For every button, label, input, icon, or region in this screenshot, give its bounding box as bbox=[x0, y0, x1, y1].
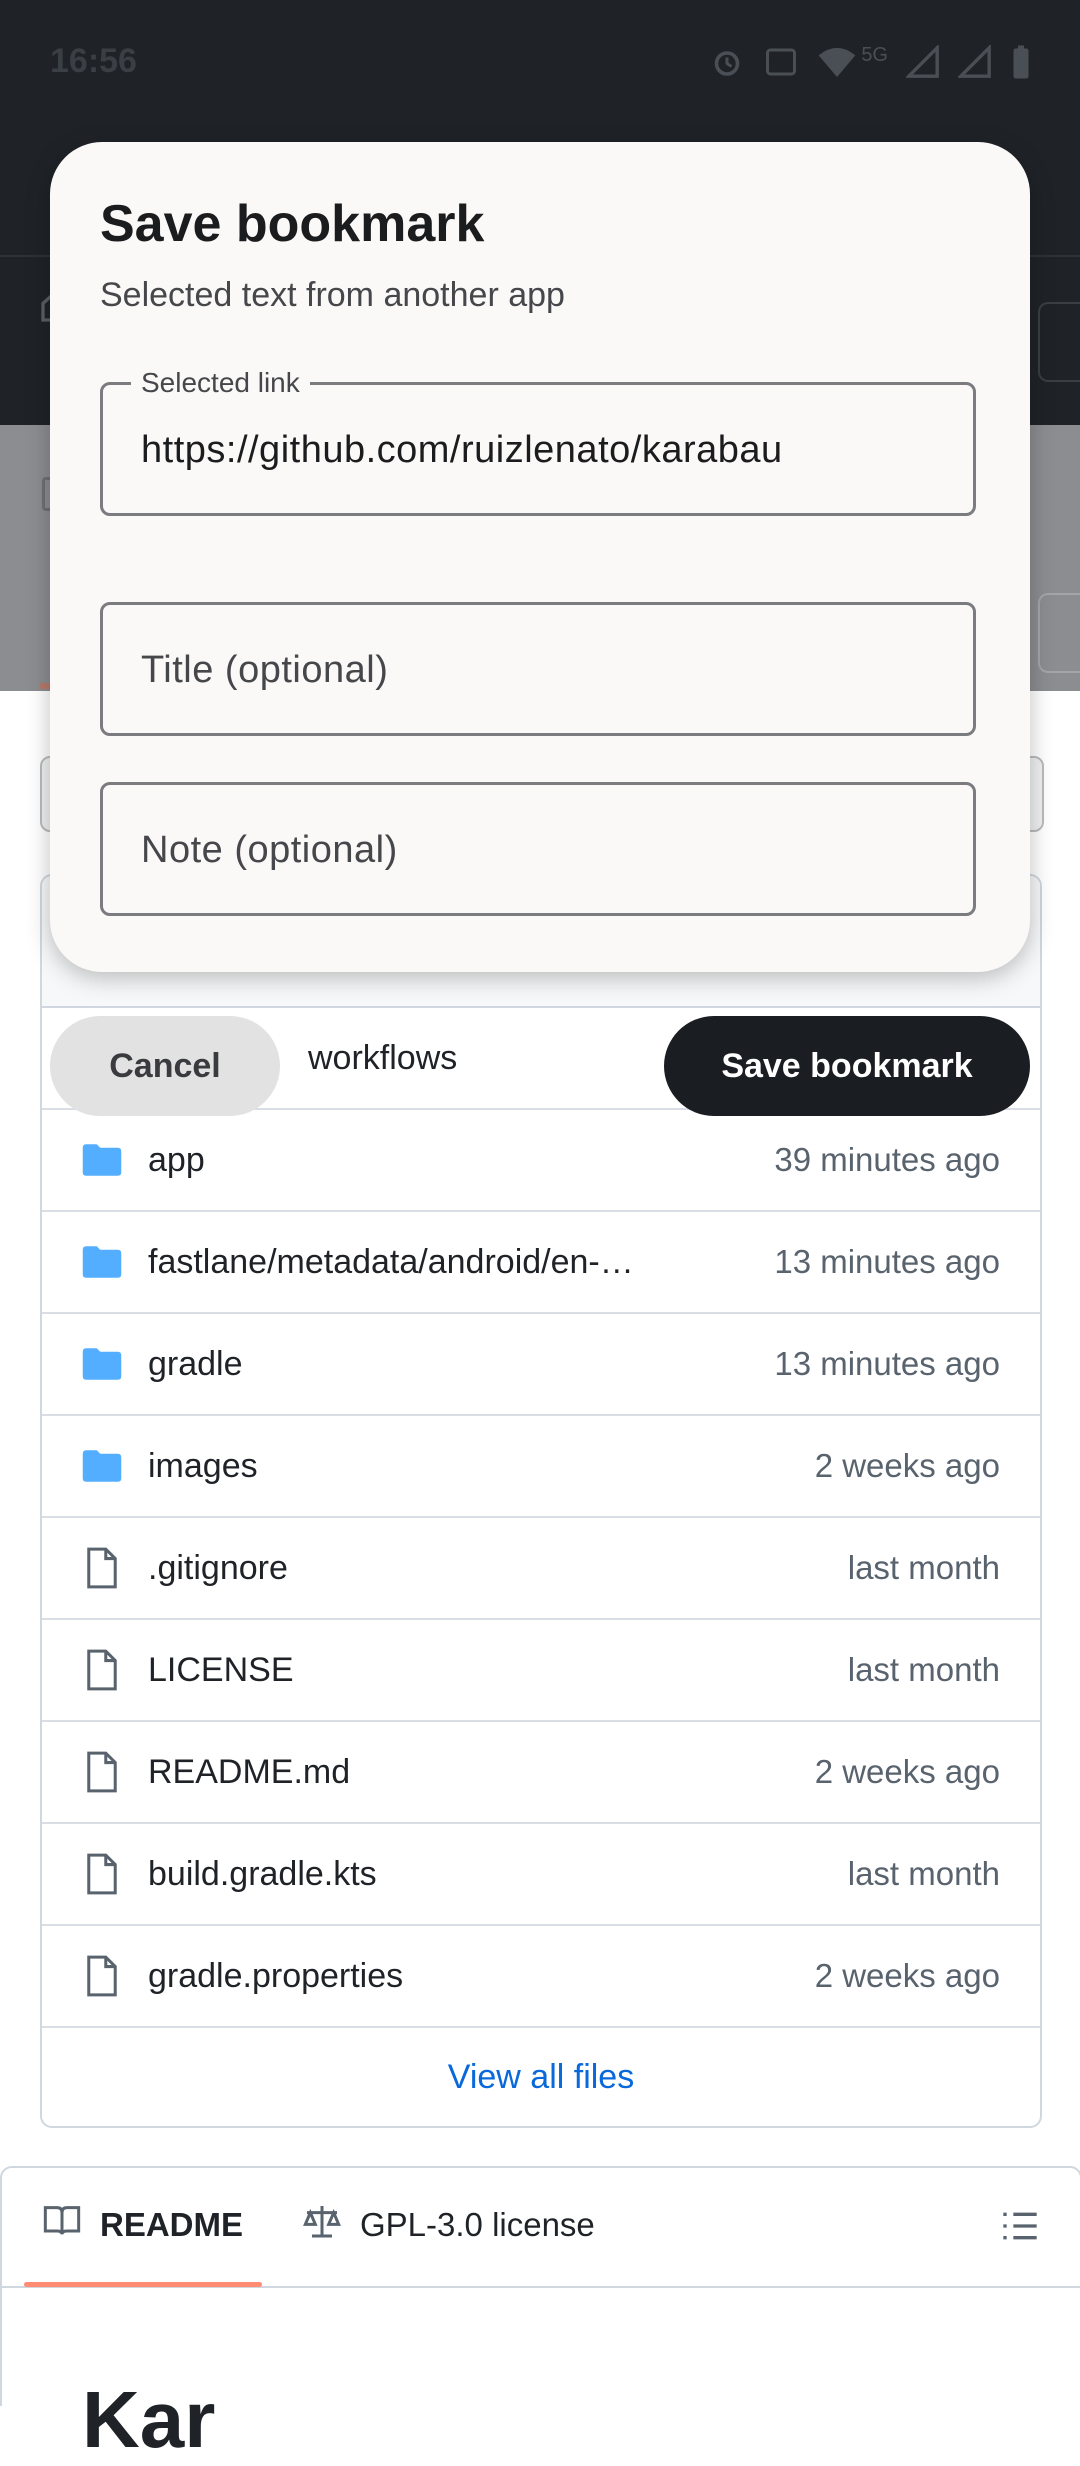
tab-readme-label: README bbox=[100, 2206, 244, 2243]
book-icon bbox=[42, 2204, 82, 2246]
file-name: app bbox=[148, 1140, 205, 1179]
signal-2-icon bbox=[956, 43, 992, 84]
status-time: 16:56 bbox=[50, 42, 137, 80]
file-row[interactable]: images 2 weeks ago bbox=[42, 1416, 1040, 1518]
alarm-icon bbox=[709, 44, 745, 85]
selected-link-label: Selected link bbox=[131, 367, 310, 399]
file-name: gradle.properties bbox=[148, 1956, 404, 1995]
file-updated-time: 2 weeks ago bbox=[814, 1753, 1000, 1790]
network-type: 5G bbox=[861, 44, 888, 66]
file-row[interactable]: fastlane/metadata/android/en-… 13 minutes… bbox=[42, 1212, 1040, 1314]
readme-tab-bar: README GPL-3.0 license bbox=[0, 2166, 1080, 2288]
file-updated-time: 39 minutes ago bbox=[774, 1141, 1000, 1178]
file-name: gradle bbox=[148, 1344, 243, 1383]
folder-icon bbox=[80, 1138, 124, 1182]
save-bookmark-dialog: Save bookmark Selected text from another… bbox=[50, 142, 1030, 972]
file-name: LICENSE bbox=[148, 1650, 294, 1689]
selected-link-value: https://github.com/ruizlenato/karabau bbox=[141, 429, 783, 471]
list-icon[interactable] bbox=[1000, 2208, 1040, 2249]
tab-license[interactable]: GPL-3.0 license bbox=[302, 2204, 595, 2246]
volte-icon bbox=[763, 44, 799, 85]
file-row[interactable]: LICENSE last month bbox=[42, 1620, 1040, 1722]
tab-readme[interactable]: README bbox=[42, 2204, 243, 2246]
status-bar: 16:56 5G bbox=[0, 0, 1080, 125]
file-icon bbox=[80, 1546, 124, 1590]
file-row[interactable]: README.md 2 weeks ago bbox=[42, 1722, 1040, 1824]
file-updated-time: 13 minutes ago bbox=[774, 1345, 1000, 1382]
file-updated-time: 2 weeks ago bbox=[814, 1447, 1000, 1484]
folder-icon bbox=[80, 1444, 124, 1488]
dialog-title: Save bookmark bbox=[100, 195, 485, 253]
folder-icon bbox=[80, 1240, 124, 1284]
file-name: .gitignore bbox=[148, 1548, 288, 1587]
file-row[interactable]: build.gradle.kts last month bbox=[42, 1824, 1040, 1926]
file-row[interactable]: gradle 13 minutes ago bbox=[42, 1314, 1040, 1416]
file-icon bbox=[80, 1852, 124, 1896]
file-icon bbox=[80, 1954, 124, 1998]
dialog-subtitle: Selected text from another app bbox=[100, 276, 565, 314]
note-placeholder: Note (optional) bbox=[141, 829, 398, 871]
file-icon bbox=[80, 1750, 124, 1794]
file-updated-time: 13 minutes ago bbox=[774, 1243, 1000, 1280]
repo-action-button[interactable] bbox=[1038, 593, 1080, 673]
file-name: build.gradle.kts bbox=[148, 1854, 377, 1893]
header-button[interactable] bbox=[1038, 302, 1080, 382]
file-updated-time: last month bbox=[847, 1549, 1000, 1586]
signal-icon bbox=[904, 43, 940, 84]
title-input[interactable]: Title (optional) bbox=[100, 602, 976, 736]
folder-icon bbox=[80, 1342, 124, 1386]
file-icon bbox=[80, 1648, 124, 1692]
file-updated-time: last month bbox=[847, 1651, 1000, 1688]
file-updated-time: last month bbox=[847, 1855, 1000, 1892]
wifi-icon bbox=[817, 44, 857, 85]
save-bookmark-button[interactable]: Save bookmark bbox=[664, 1016, 1030, 1116]
law-icon bbox=[302, 2204, 342, 2246]
note-input[interactable]: Note (optional) bbox=[100, 782, 976, 916]
readme-heading: Kar bbox=[82, 2375, 216, 2464]
selected-link-field[interactable]: Selected link https://github.com/ruizlen… bbox=[100, 367, 976, 516]
file-name: fastlane/metadata/android/en-… bbox=[148, 1242, 634, 1281]
file-name: images bbox=[148, 1446, 258, 1485]
battery-icon bbox=[1010, 44, 1032, 85]
file-row[interactable]: .gitignore last month bbox=[42, 1518, 1040, 1620]
status-icons: 5G bbox=[709, 43, 1032, 85]
readme-content: Kar bbox=[0, 2286, 1080, 2464]
file-row[interactable]: gradle.properties 2 weeks ago bbox=[42, 1926, 1040, 2028]
file-updated-time: 2 weeks ago bbox=[814, 1957, 1000, 1994]
file-rows: app 39 minutes ago fastlane/metadata/andro… bbox=[42, 1110, 1040, 2028]
file-name: README.md bbox=[148, 1752, 351, 1791]
cancel-button[interactable]: Cancel bbox=[50, 1016, 280, 1116]
file-row[interactable]: app 39 minutes ago bbox=[42, 1110, 1040, 1212]
title-placeholder: Title (optional) bbox=[141, 649, 389, 691]
tab-license-label: GPL-3.0 license bbox=[360, 2206, 595, 2243]
view-all-files-link[interactable]: View all files bbox=[42, 2028, 1040, 2126]
